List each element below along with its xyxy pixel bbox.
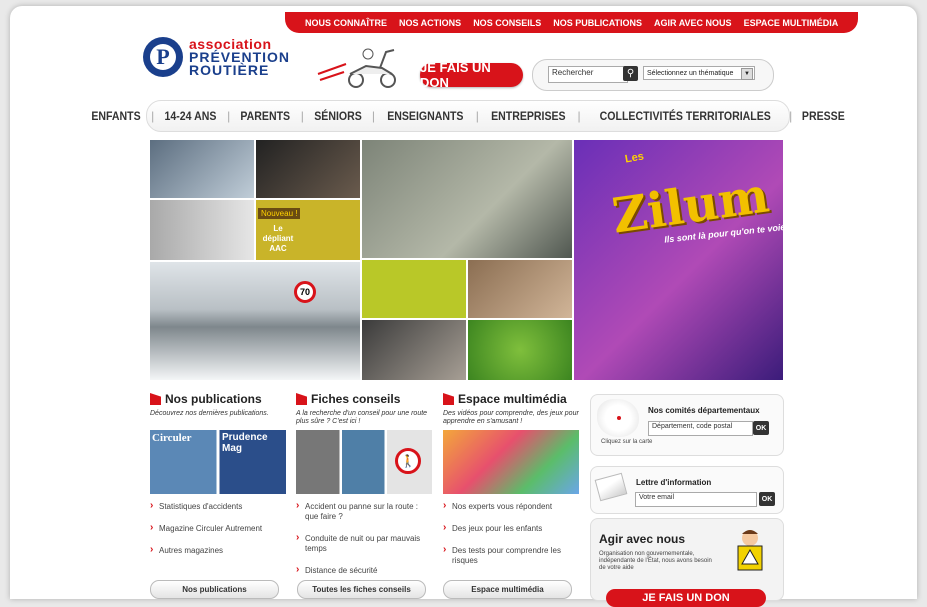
chevron-down-icon: ▼ xyxy=(741,68,753,80)
nav-presse[interactable]: PRESSE xyxy=(796,109,851,123)
scooter-illustration xyxy=(317,48,396,88)
map-caption: Cliquez sur la carte xyxy=(601,439,653,445)
flag-icon xyxy=(443,393,454,405)
photo-snowy-road[interactable] xyxy=(150,262,360,380)
search-icon: ⚲ xyxy=(626,68,635,79)
nav-separator: | xyxy=(789,109,793,123)
magazine-prudence: Prudence Mag xyxy=(222,432,268,454)
comites-title: Nos comités départementaux xyxy=(648,406,760,415)
nav-entreprises[interactable]: ENTREPRISES xyxy=(485,109,572,123)
fiches-image[interactable]: 🚶 xyxy=(296,430,432,494)
child-sign-icon xyxy=(737,530,763,571)
theme-select[interactable]: Sélectionnez un thématique ▼ xyxy=(643,66,755,80)
top-nav: NOUS CONNAÎTRE NOS ACTIONS NOS CONSEILS … xyxy=(285,12,859,33)
nav-separator: | xyxy=(151,109,155,123)
search-input[interactable]: Rechercher xyxy=(548,66,628,83)
fiches-title: Fiches conseils xyxy=(296,392,432,406)
nos-publications-button[interactable]: Nos publications xyxy=(150,580,279,599)
logo-line-routiere: ROUTIÈRE xyxy=(189,61,270,78)
nav-separator: | xyxy=(475,109,479,123)
photo-keys[interactable] xyxy=(362,260,466,318)
multimedia-column: Espace multimédia Des vidéos pour compre… xyxy=(443,392,579,578)
logo-mark: P xyxy=(143,37,183,77)
link-statistiques[interactable]: Statistiques d'accidents xyxy=(150,501,286,512)
no-pedestrian-icon: 🚶 xyxy=(395,448,421,474)
photo-green-car[interactable] xyxy=(468,320,572,380)
comites-input[interactable]: Département, code postal xyxy=(648,421,753,436)
top-nav-nos-conseils[interactable]: NOS CONSEILS xyxy=(473,18,541,28)
france-map[interactable] xyxy=(597,399,639,437)
logo-letter: P xyxy=(150,44,176,70)
multimedia-image[interactable] xyxy=(443,430,579,494)
nav-enseignants[interactable]: ENSEIGNANTS xyxy=(381,109,470,123)
publications-title: Nos publications xyxy=(150,392,286,406)
multimedia-title: Espace multimédia xyxy=(443,392,579,406)
link-accident-panne[interactable]: Accident ou panne sur la route : que fai… xyxy=(296,501,432,522)
fiches-title-text: Fiches conseils xyxy=(311,392,401,406)
newsletter-title: Lettre d'information xyxy=(636,478,712,487)
link-nos-experts[interactable]: Nos experts vous répondent xyxy=(443,501,579,512)
photo-tv-video[interactable] xyxy=(362,140,572,258)
logo-text: association PRÉVENTION ROUTIÈRE xyxy=(189,37,290,78)
photo-child-car-seat[interactable] xyxy=(150,140,254,198)
nav-separator: | xyxy=(371,109,375,123)
link-distance-securite[interactable]: Distance de sécurité xyxy=(296,565,432,576)
theme-select-value: Sélectionnez un thématique xyxy=(647,70,734,77)
newsletter-email-input[interactable]: Votre email xyxy=(635,492,757,507)
fiches-links: Accident ou panne sur la route : que fai… xyxy=(296,501,432,576)
link-tests-risques[interactable]: Des tests pour comprendre les risques xyxy=(443,545,579,566)
main-nav: ENFANTS | 14-24 ANS | PARENTS | SÉNIORS | EN… xyxy=(91,100,845,132)
multimedia-desc: Des vidéos pour comprendre, des jeux pou… xyxy=(443,410,579,425)
nav-separator: | xyxy=(300,109,304,123)
nav-enfants[interactable]: ENFANTS xyxy=(85,109,147,123)
link-jeux-enfants[interactable]: Des jeux pour les enfants xyxy=(443,523,579,534)
photo-license-card[interactable] xyxy=(256,140,360,198)
photo-senior-driver[interactable] xyxy=(362,320,466,380)
top-nav-nos-actions[interactable]: NOS ACTIONS xyxy=(399,18,461,28)
photo-man-desk[interactable] xyxy=(468,260,572,318)
publications-image[interactable]: Circuler Prudence Mag xyxy=(150,430,286,494)
site-logo[interactable]: P association PRÉVENTION ROUTIÈRE xyxy=(143,37,290,77)
publications-column: Nos publications Découvrez nos dernières… xyxy=(150,392,286,568)
fiches-desc: A la recherche d'un conseil pour une rou… xyxy=(296,410,428,425)
magazine-circuler: Circuler xyxy=(152,432,192,444)
agir-text: Organisation non gouvernementale, indépe… xyxy=(599,551,712,571)
flag-icon xyxy=(150,393,161,405)
link-autres-magazines[interactable]: Autres magazines xyxy=(150,545,286,556)
agir-donate-button[interactable]: JE FAIS UN DON xyxy=(606,589,766,607)
publications-desc: Découvrez nos dernières publications. xyxy=(150,410,269,417)
nav-collectivites[interactable]: COLLECTIVITÉS TERRITORIALES xyxy=(593,109,776,123)
comites-ok-button[interactable]: OK xyxy=(753,421,769,435)
top-nav-nous-connaitre[interactable]: NOUS CONNAÎTRE xyxy=(305,18,387,28)
map-dot xyxy=(617,416,621,420)
flag-icon xyxy=(296,393,307,405)
nav-seniors[interactable]: SÉNIORS xyxy=(308,109,368,123)
newsletter-ok-button[interactable]: OK xyxy=(759,492,775,506)
nav-separator: | xyxy=(227,109,231,123)
multimedia-title-text: Espace multimédia xyxy=(458,392,567,406)
photo-phone-driver[interactable] xyxy=(150,200,254,260)
agir-title: Agir avec nous xyxy=(599,532,686,546)
speed-sign-icon: 70 xyxy=(294,281,316,303)
top-nav-espace-multimedia[interactable]: ESPACE MULTIMÉDIA xyxy=(744,18,839,28)
nouveau-badge: Nouveau ! xyxy=(258,208,301,219)
top-nav-agir-avec-nous[interactable]: AGIR AVEC NOUS xyxy=(654,18,732,28)
link-conduite-nuit[interactable]: Conduite de nuit ou par mauvais temps xyxy=(296,533,432,554)
donate-button[interactable]: JE FAIS UN DON xyxy=(420,60,523,90)
depliant-label: Le dépliant AAC xyxy=(262,224,294,253)
link-magazine-circuler[interactable]: Magazine Circuler Autrement xyxy=(150,523,286,534)
espace-multimedia-button[interactable]: Espace multimédia xyxy=(443,580,572,599)
nav-14-24-ans[interactable]: 14-24 ANS xyxy=(159,109,223,123)
publications-links: Statistiques d'accidents Magazine Circul… xyxy=(150,501,286,556)
search-button[interactable]: ⚲ xyxy=(623,66,638,81)
toutes-fiches-button[interactable]: Toutes les fiches conseils xyxy=(297,580,426,599)
multimedia-links: Nos experts vous répondent Des jeux pour… xyxy=(443,501,579,566)
nav-parents[interactable]: PARENTS xyxy=(235,109,297,123)
fiches-column: Fiches conseils A la recherche d'un cons… xyxy=(296,392,432,588)
publications-title-text: Nos publications xyxy=(165,392,262,406)
top-nav-nos-publications[interactable]: NOS PUBLICATIONS xyxy=(553,18,642,28)
nav-separator: | xyxy=(577,109,581,123)
